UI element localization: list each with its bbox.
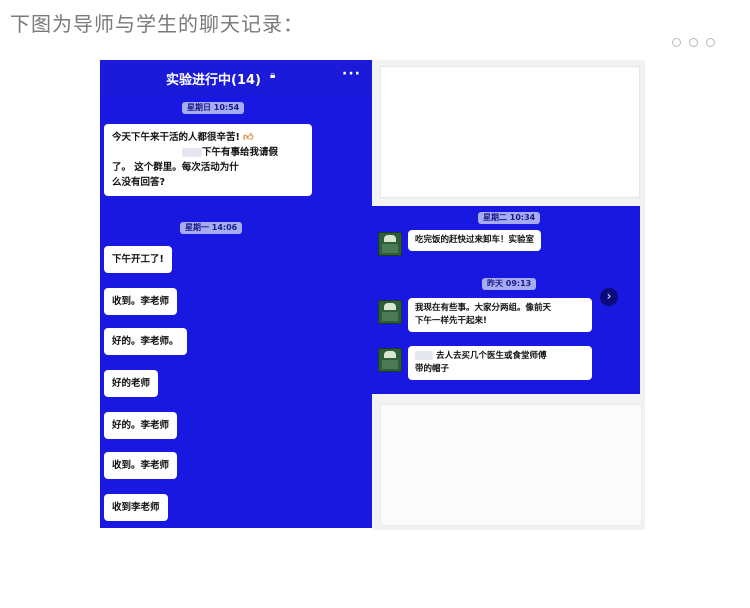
- page-caption: 下图为导师与学生的聊天记录：: [10, 12, 304, 36]
- message-bubble[interactable]: 吃完饭的赶快过来卸车！实验室: [408, 230, 542, 251]
- more-dots-icon[interactable]: [672, 38, 722, 52]
- message-line: 我现在有些事。大家分两组。像前天: [415, 303, 552, 313]
- more-options-icon[interactable]: ···: [342, 66, 361, 82]
- message-bubble[interactable]: 去人去买几个医生或食堂师傅 带的帽子: [408, 346, 592, 380]
- left-chat-panel: 实验进行中(14) 🔒︎ ··· 星期日 10:54 今天下午来干活的人都很辛苦…: [100, 60, 372, 528]
- chat-header: 实验进行中(14) 🔒︎ ···: [100, 60, 372, 96]
- chevron-right-icon[interactable]: ›: [600, 288, 618, 306]
- message-bubble[interactable]: 好的。李老师。: [104, 328, 187, 355]
- message-line: 带的帽子: [415, 364, 450, 374]
- timestamp: 昨天 09:13: [482, 278, 537, 290]
- message-line: 下午一样先干起来!: [415, 316, 487, 326]
- message-line: 了。 这个群里。每次活动为什: [112, 162, 239, 173]
- blank-card-top: [380, 66, 640, 198]
- message-bubble[interactable]: 下午开工了!: [104, 246, 172, 273]
- timestamp: 星期一 14:06: [180, 222, 243, 234]
- avatar[interactable]: [378, 300, 402, 324]
- timestamp: 星期日 10:54: [182, 102, 245, 114]
- avatar[interactable]: [378, 232, 402, 256]
- timestamp: 星期二 10:34: [478, 212, 541, 224]
- message-bubble[interactable]: 我现在有些事。大家分两组。像前天 下午一样先干起来!: [408, 298, 592, 332]
- message-bubble[interactable]: 好的。李老师: [104, 412, 178, 439]
- message-bubble[interactable]: 好的老师: [104, 370, 159, 397]
- blank-card-bottom: [380, 404, 642, 526]
- thumbs-up-icon: 👍︎: [243, 132, 254, 143]
- message-line: 下午有事给我请假: [112, 145, 304, 160]
- message-bubble[interactable]: 今天下午来干活的人都很辛苦! 👍︎ 下午有事给我请假 了。 这个群里。每次活动为…: [104, 124, 312, 196]
- chat-screenshot-photo: 实验进行中(14) 🔒︎ ··· 星期日 10:54 今天下午来干活的人都很辛苦…: [100, 60, 645, 530]
- message-bubble[interactable]: 收到。李老师: [104, 452, 178, 479]
- right-chat-panel: 星期二 10:34 吃完饭的赶快过来卸车！实验室 昨天 09:13 我现在有些事…: [372, 206, 640, 394]
- lock-icon: 🔒︎: [270, 70, 276, 81]
- message-line: 去人去买几个医生或食堂师傅: [415, 350, 585, 363]
- message-bubble[interactable]: 收到李老师: [104, 494, 168, 521]
- message-line: 么没有回答?: [112, 177, 166, 188]
- group-title: 实验进行中(14): [166, 73, 261, 88]
- message-line: 今天下午来干活的人都很辛苦! 👍︎: [112, 132, 254, 143]
- avatar[interactable]: [378, 348, 402, 372]
- message-bubble[interactable]: 收到。李老师: [104, 288, 178, 315]
